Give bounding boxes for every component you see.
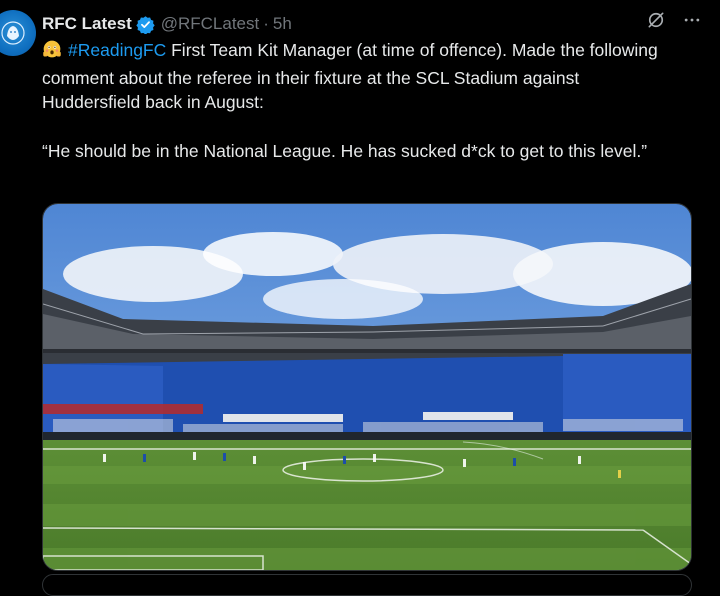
tweet-image[interactable] bbox=[42, 203, 692, 571]
lion-crest-icon bbox=[0, 10, 36, 56]
hashtag-link[interactable]: #ReadingFC bbox=[68, 40, 166, 60]
flushed-face-emoji-icon bbox=[42, 39, 62, 66]
tweet-header: RFC Latest @RFCLatest · 5h bbox=[42, 12, 710, 36]
tweet-text: #ReadingFC First Team Kit Manager (at ti… bbox=[42, 38, 682, 163]
timestamp[interactable]: 5h bbox=[273, 14, 292, 34]
tweet-first-paragraph: #ReadingFC First Team Kit Manager (at ti… bbox=[42, 38, 682, 115]
avatar[interactable] bbox=[0, 10, 36, 62]
verified-badge-icon bbox=[136, 15, 155, 34]
tweet-actions bbox=[646, 10, 702, 35]
more-icon[interactable] bbox=[682, 10, 702, 35]
separator-dot: · bbox=[263, 14, 269, 33]
grok-icon[interactable] bbox=[646, 10, 666, 35]
author-name[interactable]: RFC Latest bbox=[42, 14, 132, 34]
next-tweet-card-edge bbox=[42, 574, 692, 596]
tweet-quote: “He should be in the National League. He… bbox=[42, 140, 648, 161]
author-handle[interactable]: @RFCLatest bbox=[161, 14, 260, 34]
stadium-photo bbox=[43, 204, 691, 570]
